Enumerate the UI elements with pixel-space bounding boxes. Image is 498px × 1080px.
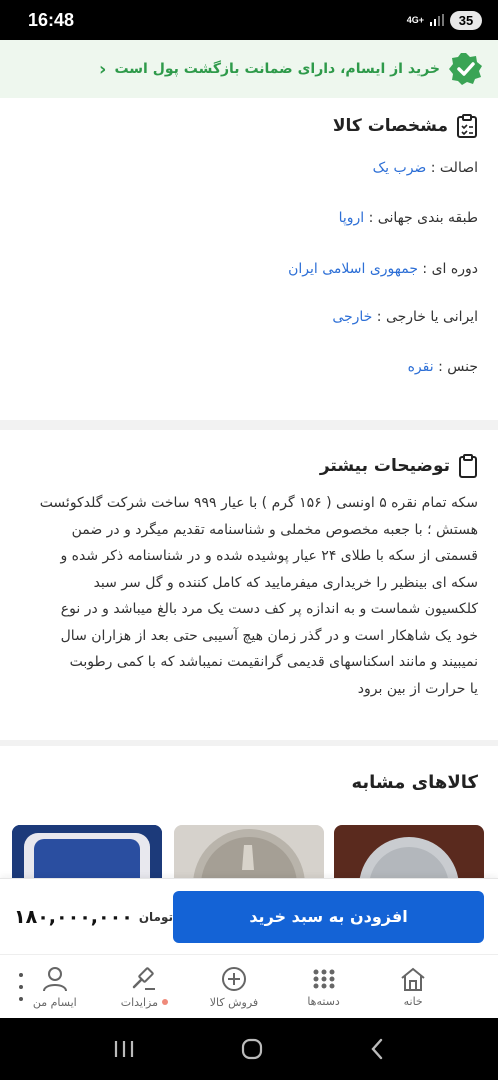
nav-label: مزایدات [120, 995, 159, 1009]
section-divider [0, 420, 498, 430]
nav-label: دسته‌ها [307, 994, 340, 1008]
price-unit: تومان [138, 909, 174, 924]
nav-item-profile[interactable]: ایسام من [20, 965, 90, 1009]
spec-value[interactable]: خارجی [332, 309, 372, 325]
system-navigation [0, 1018, 498, 1080]
spec-value[interactable]: نقره [408, 359, 434, 375]
nav-item-sell[interactable]: فروش کالا [199, 965, 269, 1009]
back-icon[interactable] [369, 1037, 385, 1061]
description-line: هستش ؛ با جعبه مخصوص مخملی و شناسنامه تق… [71, 521, 478, 538]
nav-item-categories[interactable]: دسته‌ها [289, 966, 359, 1008]
plus-circle-icon [221, 966, 246, 991]
network-type: 4G+ [406, 15, 424, 25]
product-thumbnail[interactable] [334, 825, 484, 880]
spec-row: جنس : نقره [388, 359, 498, 375]
spec-row: اصالت : ضرب یک [353, 160, 498, 176]
spec-label: طبقه بندی جهانی : [364, 210, 478, 226]
specs-title: مشخصات کالا [332, 116, 448, 136]
verified-badge-icon [448, 51, 484, 87]
similar-title: کالاهای مشابه [351, 772, 478, 793]
spec-label: اصالت : [426, 160, 478, 176]
description-line: نمیبیند و مانند اسکناسهای قدیمی گرانقیمت… [69, 654, 478, 670]
clock: 16:48 [28, 9, 75, 30]
battery-indicator: 35 [450, 10, 482, 30]
description-line: یا حرارت از بین برود [357, 680, 478, 697]
recent-apps-icon[interactable] [113, 1039, 135, 1059]
spec-row: دوره ای : جمهوری اسلامی ایران [268, 261, 498, 277]
spec-value[interactable]: اروپا [339, 210, 365, 226]
description-line: کلکسیون شماست و به اندازه پر کف دست یک م… [60, 601, 478, 617]
spec-value[interactable]: ضرب یک [373, 160, 427, 176]
similar-thumbnails [0, 825, 498, 880]
status-bar: 16:48 4G+ 35 [0, 0, 498, 40]
more-menu-icon[interactable] [14, 973, 28, 1001]
price-amount: ۱۸۰,۰۰۰,۰۰۰ [14, 905, 133, 928]
description-body: سکه تمام نقره ۵ اونسی ( ۱۵۶ گرم ) با عیا… [0, 490, 498, 702]
chevron-left-icon: ‹ [99, 58, 107, 80]
specs-header: مشخصات کالا [313, 114, 498, 138]
user-icon [42, 966, 67, 991]
description-line: قسمتی از سکه با طلای ۲۴ عیار پوشیده شده … [60, 548, 478, 564]
guarantee-banner[interactable]: خرید از ایسام، دارای ضمانت بازگشت پول اس… [0, 40, 498, 98]
description-line: سکه تمام نقره ۵ اونسی ( ۱۵۶ گرم ) با عیا… [39, 495, 478, 511]
bottom-nav: خانه دسته‌ها فروش کالا مزایدات [0, 954, 498, 1018]
nav-label: خانه [403, 994, 423, 1008]
nav-label-wrap: مزایدات [120, 995, 169, 1009]
spec-label: جنس : [433, 359, 478, 375]
description-title: توضیحات بیشتر [319, 456, 450, 476]
nav-label: ایسام من [32, 995, 77, 1009]
spec-row: طبقه بندی جهانی : اروپا [319, 210, 498, 226]
spec-label: ایرانی یا خارجی : [372, 309, 478, 325]
guarantee-text: خرید از ایسام، دارای ضمانت بازگشت پول اس… [114, 61, 440, 77]
add-to-cart-button[interactable]: افزودن به سبد خرید [173, 890, 484, 943]
description-line: سکه ای بینظیر را خریداری میفرمایید که کا… [93, 574, 478, 591]
clipboard-icon [459, 454, 477, 478]
spec-row: ایرانی یا خارجی : خارجی [312, 309, 498, 325]
description-header: توضیحات بیشتر [300, 454, 498, 478]
home-button-icon[interactable] [240, 1037, 264, 1061]
clipboard-check-icon [457, 114, 477, 138]
nav-item-auctions[interactable]: مزایدات [109, 965, 179, 1009]
status-icons: 4G+ 35 [406, 10, 482, 30]
product-thumbnail[interactable] [174, 825, 324, 880]
home-icon [401, 967, 425, 991]
price: ۱۸۰,۰۰۰,۰۰۰ تومان [14, 906, 173, 928]
description-section: توضیحات بیشتر سکه تمام نقره ۵ اونسی ( ۱۵… [0, 430, 498, 740]
signal-icon [430, 14, 444, 26]
gavel-icon [133, 966, 156, 990]
specs-section: مشخصات کالا اصالت : ضرب یک طبقه بندی جها… [0, 98, 498, 420]
product-thumbnail[interactable] [12, 825, 162, 880]
notification-dot [162, 999, 169, 1005]
spec-label: دوره ای : [417, 261, 478, 277]
purchase-bar: ۱۸۰,۰۰۰,۰۰۰ تومان افزودن به سبد خرید [0, 878, 498, 954]
description-line: خود یک شاهکار است و در گذر زمان هیچ آسیب… [60, 627, 478, 644]
nav-label: فروش کالا [209, 995, 259, 1009]
guarantee-text-wrap: خرید از ایسام، دارای ضمانت بازگشت پول اس… [99, 59, 440, 80]
nav-item-home[interactable]: خانه [378, 966, 448, 1008]
spec-value[interactable]: جمهوری اسلامی ایران [288, 261, 418, 277]
grid-icon [313, 969, 335, 988]
